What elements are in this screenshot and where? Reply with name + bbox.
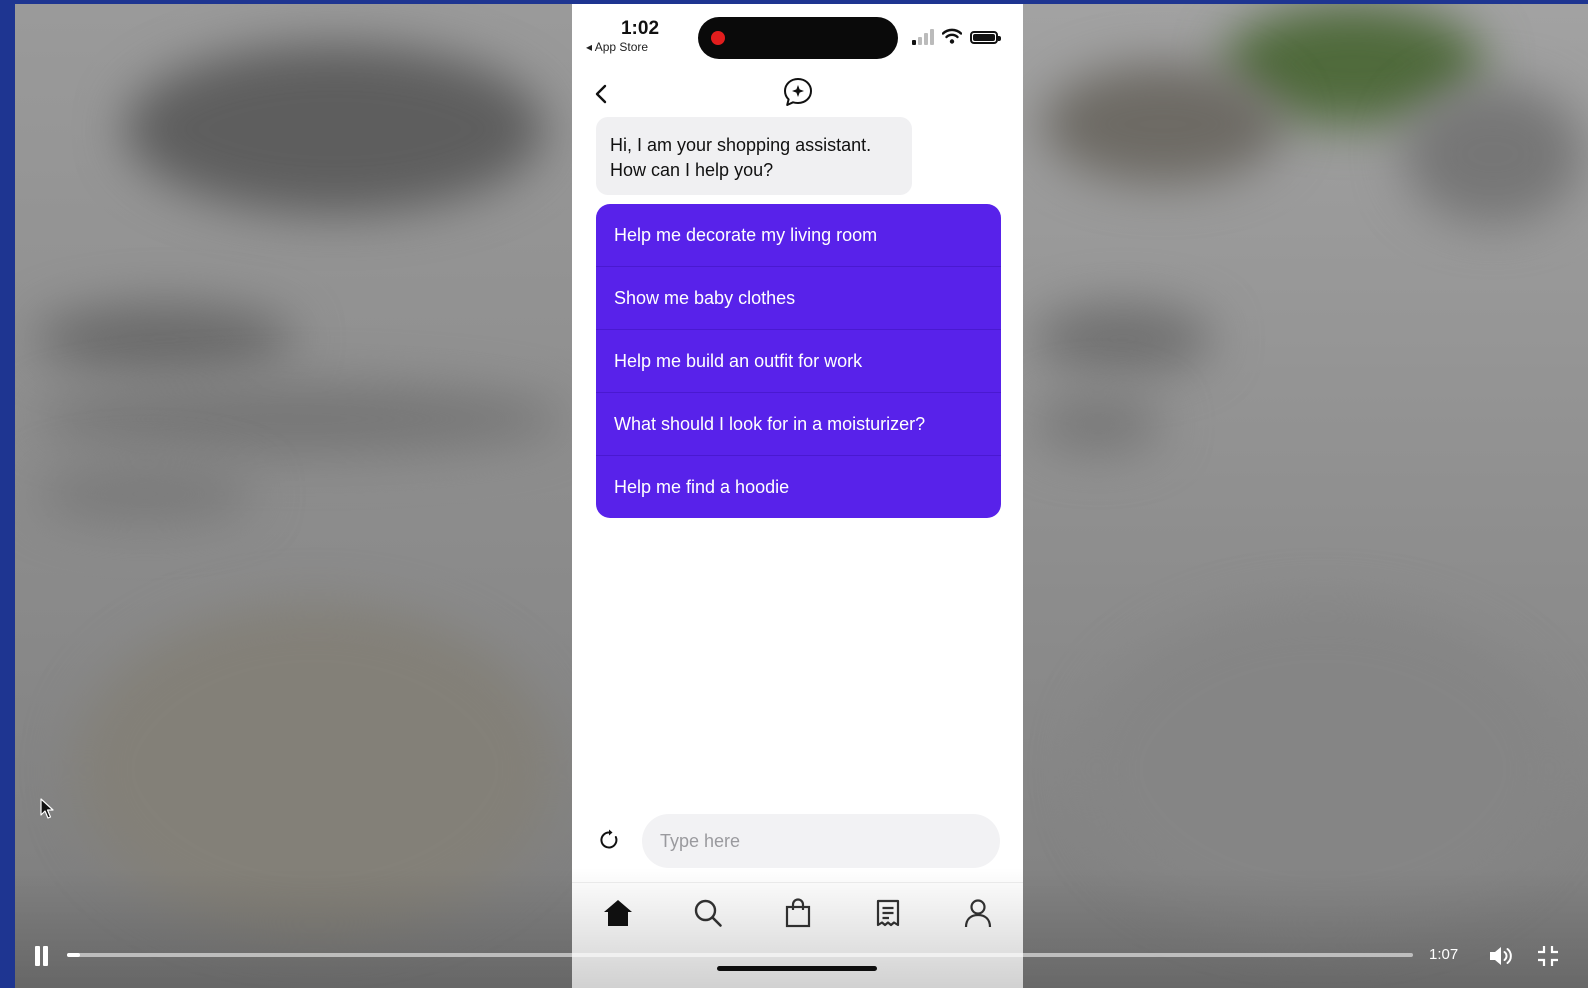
blurred-background-left <box>15 4 572 988</box>
mouse-pointer-icon <box>40 798 54 819</box>
chat-message-input[interactable] <box>642 814 1000 868</box>
suggestion-moisturizer[interactable]: What should I look for in a moisturizer? <box>596 393 1001 456</box>
assistant-message-bubble: Hi, I am your shopping assistant. How ca… <box>596 117 912 195</box>
video-progress-played <box>67 953 81 957</box>
dynamic-island <box>698 17 898 59</box>
video-elapsed-time: 1:07 <box>1429 946 1459 963</box>
volume-icon[interactable] <box>1488 945 1514 967</box>
chat-input-row <box>572 812 1023 872</box>
status-time: 1:02 <box>620 18 660 39</box>
suggestion-baby-clothes[interactable]: Show me baby clothes <box>596 267 1001 330</box>
back-to-app-store-link[interactable]: ◂ App Store <box>586 40 648 54</box>
suggestion-outfit-for-work[interactable]: Help me build an outfit for work <box>596 330 1001 393</box>
video-controls: 1:07 <box>15 936 1588 976</box>
search-icon[interactable] <box>692 897 724 929</box>
receipt-icon[interactable] <box>872 897 904 929</box>
shopping-bag-icon[interactable] <box>782 897 814 929</box>
battery-icon <box>970 31 1001 44</box>
refresh-icon[interactable] <box>598 829 620 851</box>
video-progress-bar[interactable] <box>67 953 1413 957</box>
profile-icon[interactable] <box>962 897 994 929</box>
home-icon[interactable] <box>602 897 634 929</box>
recording-indicator-icon <box>711 31 725 45</box>
cellular-signal-icon <box>912 29 934 45</box>
phone-screen: 1:02 ◂ App Store Hi, I am your shopping … <box>572 4 1023 988</box>
suggestion-decorate-living-room[interactable]: Help me decorate my living room <box>596 204 1001 267</box>
suggestion-find-hoodie[interactable]: Help me find a hoodie <box>596 456 1001 518</box>
suggestion-list: Help me decorate my living room Show me … <box>596 204 1001 518</box>
blurred-background-right <box>1023 4 1588 988</box>
ai-chat-sparkle-icon <box>784 78 812 106</box>
pause-icon[interactable] <box>33 946 49 966</box>
video-player: 1:02 ◂ App Store Hi, I am your shopping … <box>15 4 1588 988</box>
exit-fullscreen-icon[interactable] <box>1536 945 1560 967</box>
back-chevron-icon[interactable] <box>590 82 614 106</box>
wifi-icon <box>942 28 962 44</box>
status-bar: 1:02 ◂ App Store <box>572 4 1023 64</box>
